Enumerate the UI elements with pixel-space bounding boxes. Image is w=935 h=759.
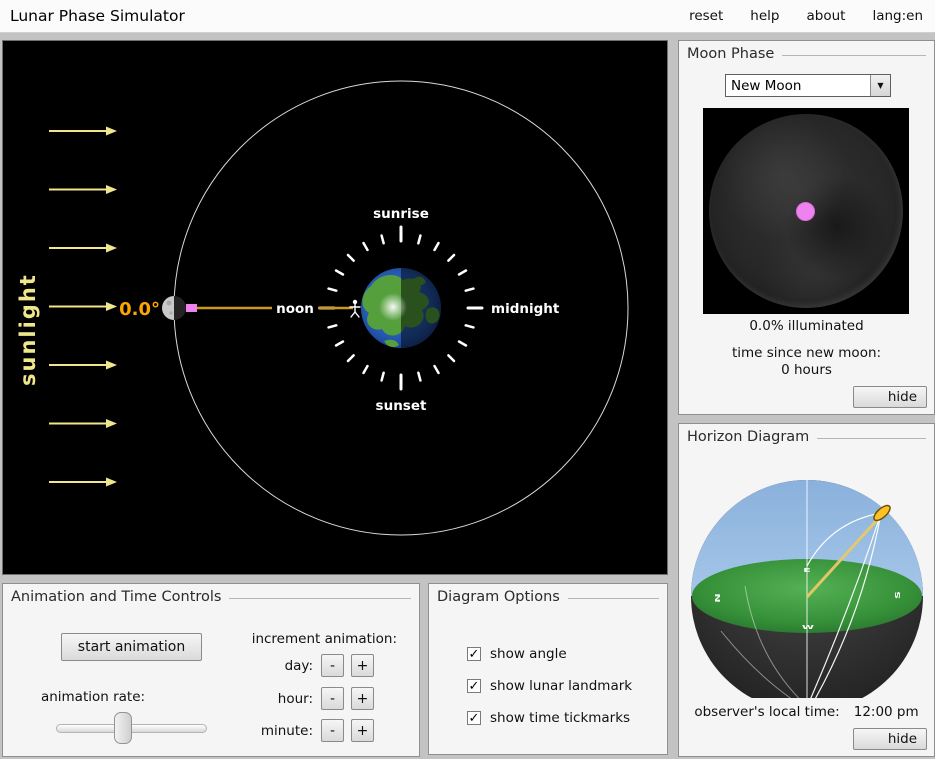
show-lunar-landmark-label: show lunar landmark xyxy=(490,678,632,694)
increment-day-label: day: xyxy=(213,658,313,674)
show-angle-checkbox[interactable]: ✓ xyxy=(467,647,481,661)
title-divider xyxy=(568,598,659,599)
label-noon: noon xyxy=(276,301,314,317)
compass-south: S xyxy=(895,591,902,599)
angle-value: 0.0° xyxy=(119,299,160,320)
show-time-tickmarks-label: show time tickmarks xyxy=(490,710,630,726)
show-lunar-landmark-checkbox[interactable]: ✓ xyxy=(467,679,481,693)
show-time-tickmarks-checkbox[interactable]: ✓ xyxy=(467,711,481,725)
show-angle-label: show angle xyxy=(490,646,567,662)
horizon-title: Horizon Diagram xyxy=(687,429,809,445)
header-menu: reset help about lang:en xyxy=(689,8,935,24)
orbit-diagram-canvas[interactable]: sunlight sunrise midnight sunset noon xyxy=(2,40,668,575)
increment-minute-label: minute: xyxy=(213,723,313,739)
menu-reset[interactable]: reset xyxy=(689,8,723,24)
option-show-lunar-landmark[interactable]: ✓ show lunar landmark xyxy=(467,678,632,694)
horizon-hide-button[interactable]: hide xyxy=(853,728,927,750)
moon-phase-title: Moon Phase xyxy=(687,46,774,62)
sunlight-label: sunlight xyxy=(16,273,40,386)
moon[interactable] xyxy=(162,296,197,320)
animation-panel: Animation and Time Controls start animat… xyxy=(2,583,420,757)
day-minus-button[interactable]: - xyxy=(321,654,344,677)
horizon-diagram: N E S W xyxy=(679,446,934,698)
options-title: Diagram Options xyxy=(437,589,560,605)
title-divider xyxy=(817,438,926,439)
options-panel: Diagram Options ✓ show angle ✓ show luna… xyxy=(428,583,668,755)
time-since-label: time since new moon: xyxy=(679,345,934,361)
animation-rate-label: animation rate: xyxy=(33,689,153,705)
moon-landmark-dot xyxy=(796,202,815,221)
phase-dropdown[interactable]: New Moon ▼ xyxy=(725,74,891,97)
minute-minus-button[interactable]: - xyxy=(321,719,344,742)
increment-hour-label: hour: xyxy=(213,691,313,707)
local-time-value: 12:00 pm xyxy=(854,704,919,720)
moon-phase-image xyxy=(703,108,909,314)
animation-title: Animation and Time Controls xyxy=(11,589,221,605)
dropdown-arrow-icon[interactable]: ▼ xyxy=(870,75,890,96)
compass-west: W xyxy=(802,625,815,631)
phase-dropdown-value: New Moon xyxy=(726,78,870,94)
hour-plus-button[interactable]: + xyxy=(351,687,374,710)
hour-minus-button[interactable]: - xyxy=(321,687,344,710)
lunar-landmark xyxy=(186,304,197,312)
title-divider xyxy=(782,55,926,56)
label-sunset: sunset xyxy=(376,398,427,414)
compass-north: N xyxy=(713,593,720,602)
label-sunrise: sunrise xyxy=(373,206,429,222)
illuminated-text: 0.0% illuminated xyxy=(679,318,934,334)
label-midnight: midnight xyxy=(491,301,560,317)
menu-about[interactable]: about xyxy=(806,8,845,24)
compass-east: E xyxy=(803,568,811,574)
app-title: Lunar Phase Simulator xyxy=(10,7,185,25)
option-show-time-tickmarks[interactable]: ✓ show time tickmarks xyxy=(467,710,630,726)
menu-help[interactable]: help xyxy=(750,8,779,24)
orbit-diagram: sunlight sunrise midnight sunset noon xyxy=(3,41,667,574)
minute-plus-button[interactable]: + xyxy=(351,719,374,742)
increment-animation-label: increment animation: xyxy=(252,631,397,647)
animation-rate-slider-thumb[interactable] xyxy=(114,712,132,744)
menu-lang[interactable]: lang:en xyxy=(872,8,923,24)
time-since-value: 0 hours xyxy=(679,362,934,378)
day-plus-button[interactable]: + xyxy=(351,654,374,677)
sunlight-arrows xyxy=(49,127,117,487)
app-header: Lunar Phase Simulator reset help about l… xyxy=(0,0,935,33)
title-divider xyxy=(229,598,411,599)
earth xyxy=(361,261,446,356)
moon-phase-panel: Moon Phase New Moon ▼ 0.0% illuminated t… xyxy=(678,40,935,415)
horizon-panel: Horizon Diagram xyxy=(678,423,935,757)
start-animation-button[interactable]: start animation xyxy=(61,633,202,661)
option-show-angle[interactable]: ✓ show angle xyxy=(467,646,567,662)
local-time-label: observer's local time: xyxy=(694,704,839,720)
moon-phase-hide-button[interactable]: hide xyxy=(853,386,927,408)
